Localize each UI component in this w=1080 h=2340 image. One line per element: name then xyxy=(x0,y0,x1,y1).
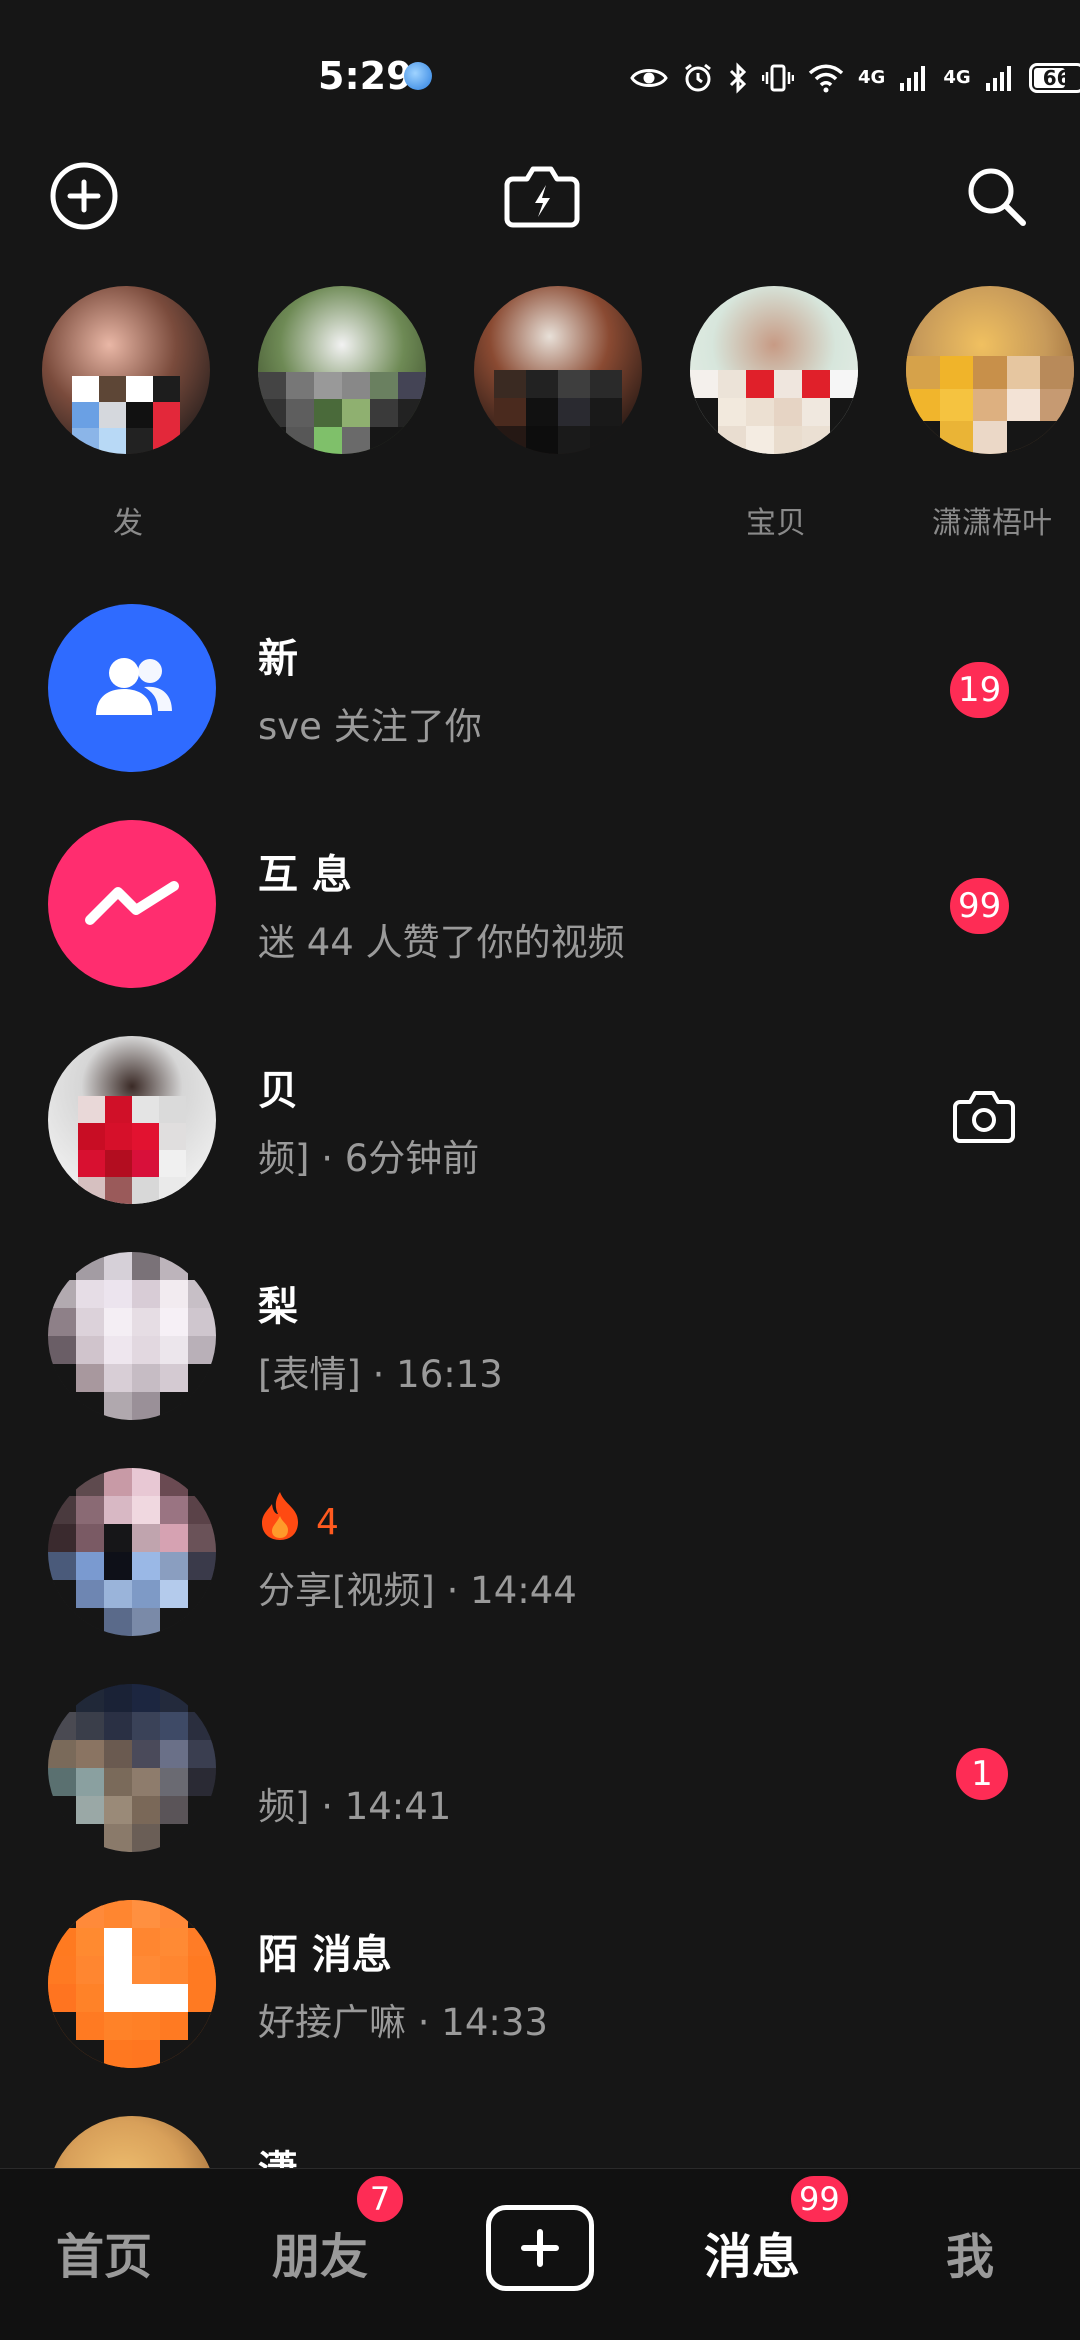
avatar xyxy=(474,286,642,454)
story-item[interactable]: 潇潇梧叶 xyxy=(906,286,1078,541)
story-item[interactable]: 发 xyxy=(42,286,214,541)
plus-icon xyxy=(521,2229,559,2267)
avatar xyxy=(48,1252,216,1420)
fire-streak-icon xyxy=(258,1492,316,1544)
conversation-list[interactable]: 新 sve 关注了你 19 互 息 迷 44 人赞了你的视频 99 贝 频] ·… xyxy=(0,590,1080,2170)
search-icon xyxy=(968,168,1026,226)
vibrate-icon xyxy=(762,64,794,92)
conversation-title: 新 xyxy=(258,636,298,682)
activity-wave-icon xyxy=(85,881,179,925)
conversation-row[interactable]: 4 分享[视频] · 14:44 xyxy=(0,1454,1080,1670)
conversation-title: 潇 xyxy=(258,2138,298,2170)
bluetooth-icon xyxy=(729,62,747,94)
conversation-row-new-followers[interactable]: 新 sve 关注了你 19 xyxy=(0,590,1080,806)
avatar xyxy=(48,1684,216,1852)
unread-badge: 1 xyxy=(956,1748,1008,1800)
conversation-preview: 迷 44 人赞了你的视频 xyxy=(258,921,625,964)
bottom-nav: 首页 朋友 7 消息 99 我 xyxy=(0,2168,1080,2340)
quick-camera-reply-button[interactable] xyxy=(952,1088,1016,1152)
signal-icon xyxy=(900,66,926,91)
nav-home[interactable]: 首页 xyxy=(56,2217,152,2287)
top-bar xyxy=(0,150,1080,240)
alarm-icon xyxy=(685,63,711,92)
messages-badge: 99 xyxy=(788,2173,851,2225)
conversation-title: 梨 xyxy=(258,1284,298,1330)
avatar xyxy=(258,286,426,454)
signal-icon xyxy=(985,66,1011,91)
eye-icon xyxy=(630,69,668,87)
friends-badge: 7 xyxy=(354,2173,406,2225)
story-item[interactable]: 宝贝 xyxy=(690,286,862,541)
conversation-title: 互 息 xyxy=(258,852,352,898)
conversation-preview: 好接广嘛 · 14:33 xyxy=(258,2001,548,2044)
add-friend-button[interactable] xyxy=(48,160,120,232)
status-icons: 4G 4G 66 xyxy=(630,58,1080,98)
avatar xyxy=(48,1036,216,1204)
avatar xyxy=(690,286,858,454)
unread-badge: 19 xyxy=(950,662,1010,718)
plus-circle-icon xyxy=(50,162,118,230)
network-type-1: 4G xyxy=(858,67,886,88)
story-name: 发 xyxy=(113,506,143,541)
conversation-title: 4 xyxy=(258,1490,339,1544)
conversation-preview: 频] · 6分钟前 xyxy=(258,1137,480,1180)
network-type-2: 4G xyxy=(943,67,971,88)
conversation-row[interactable]: 梨 [表情] · 16:13 xyxy=(0,1238,1080,1454)
conversation-preview: 分享[视频] · 14:44 xyxy=(258,1569,577,1612)
interactions-avatar xyxy=(48,820,216,988)
battery-level: 66 xyxy=(1042,66,1071,90)
messages-screen: 5:29 4G 4G 66 发 宝贝 潇潇梧叶 新 sve 关注了你 19 互 … xyxy=(0,0,1080,2340)
streak-count: 4 xyxy=(315,1502,339,1543)
friends-stories-row: 发 宝贝 潇潇梧叶 xyxy=(0,286,1080,546)
camera-icon xyxy=(953,1091,1015,1143)
conversation-title: 贝 xyxy=(258,1068,298,1114)
conversation-preview: sve 关注了你 xyxy=(258,705,482,748)
unread-badge: 99 xyxy=(950,878,1010,934)
story-name: 潇潇梧叶 xyxy=(932,506,1052,541)
nav-friends[interactable]: 朋友 xyxy=(272,2217,368,2287)
conversation-title: 陌 消息 xyxy=(258,1932,392,1978)
quick-camera-button[interactable] xyxy=(502,160,582,232)
status-time: 5:29 xyxy=(318,54,413,98)
story-item[interactable] xyxy=(258,286,430,536)
browser-app-icon xyxy=(404,62,432,90)
conversation-preview: [表情] · 16:13 xyxy=(258,1353,503,1396)
story-item[interactable] xyxy=(474,286,646,536)
nav-messages[interactable]: 消息 xyxy=(704,2217,800,2287)
battery-indicator: 66 xyxy=(1028,63,1080,93)
conversation-preview: 频] · 14:41 xyxy=(258,1785,452,1828)
avatar xyxy=(48,1468,216,1636)
conversation-row-interactions[interactable]: 互 息 迷 44 人赞了你的视频 99 xyxy=(0,806,1080,1022)
create-post-button[interactable] xyxy=(486,2205,594,2291)
new-followers-avatar xyxy=(48,604,216,772)
conversation-row-stranger-messages[interactable]: 陌 消息 好接广嘛 · 14:33 xyxy=(0,1886,1080,2102)
stranger-messages-avatar xyxy=(48,1900,216,2068)
wifi-icon xyxy=(808,64,844,93)
status-bar: 5:29 4G 4G 66 xyxy=(0,0,1080,150)
avatar xyxy=(906,286,1074,454)
avatar xyxy=(42,286,210,454)
camera-flash-icon xyxy=(504,166,580,228)
search-button[interactable] xyxy=(960,160,1032,232)
conversation-row[interactable]: 潇 xyxy=(0,2102,1080,2170)
story-name: 宝贝 xyxy=(746,506,806,541)
people-icon xyxy=(96,658,172,715)
avatar xyxy=(48,2116,216,2170)
conversation-row[interactable]: 贝 频] · 6分钟前 xyxy=(0,1022,1080,1238)
conversation-row[interactable]: 频] · 14:41 1 xyxy=(0,1670,1080,1886)
nav-me[interactable]: 我 xyxy=(946,2217,994,2287)
